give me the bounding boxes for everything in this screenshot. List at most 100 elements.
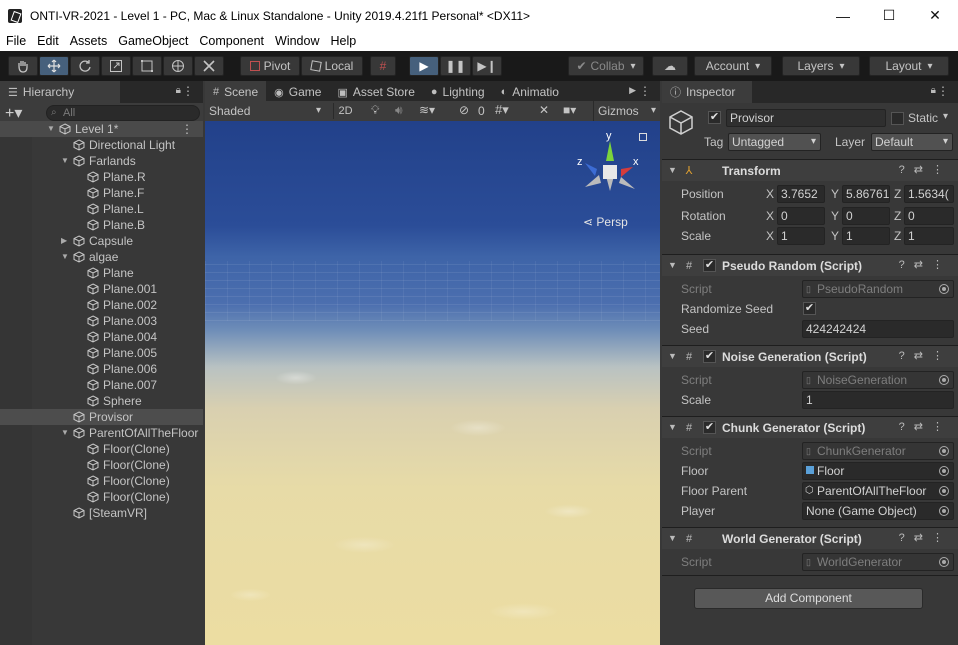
rotation-x-field[interactable]: 0: [777, 207, 825, 225]
menu-component[interactable]: Component: [193, 34, 269, 48]
floor-parent-field[interactable]: ⬡ ParentOfAllTheFloor: [802, 482, 954, 500]
tab-inspector[interactable]: ⓘ Inspector: [662, 81, 752, 103]
more-menu-icon[interactable]: ⋮: [182, 84, 194, 98]
layers-dropdown[interactable]: Layers: [782, 56, 860, 76]
tab-hierarchy[interactable]: ☰ Hierarchy: [0, 81, 120, 103]
expand-arrow-icon[interactable]: ▼: [47, 121, 55, 137]
scene-menu-icon[interactable]: ⋮: [639, 84, 651, 98]
object-picker-icon[interactable]: [939, 506, 949, 516]
menu-file[interactable]: File: [0, 34, 31, 48]
hierarchy-item[interactable]: Floor(Clone): [0, 473, 203, 489]
expand-arrow-icon[interactable]: ▼: [61, 249, 69, 265]
layer-dropdown[interactable]: Default ▾: [871, 133, 953, 151]
position-z-field[interactable]: 1.5634(: [904, 185, 954, 203]
randomize-seed-checkbox[interactable]: ✔: [803, 302, 816, 315]
collab-dropdown[interactable]: ✔ Collab: [568, 56, 644, 76]
tab-game[interactable]: ◉ Game: [266, 81, 329, 103]
effects-icon[interactable]: ≋▾: [419, 103, 435, 117]
grid-icon[interactable]: #▾: [495, 102, 509, 118]
transform-tool-button[interactable]: [163, 56, 193, 76]
more-menu-icon[interactable]: ⋮: [937, 84, 949, 98]
menu-assets[interactable]: Assets: [64, 34, 113, 48]
hierarchy-item[interactable]: Plane.005: [0, 345, 203, 361]
noise-generation-header[interactable]: ▼ # ✔ Noise Generation (Script) ?⇄⋮: [662, 345, 958, 367]
component-actions[interactable]: ?⇄⋮: [899, 349, 952, 362]
chunk-generator-enabled-checkbox[interactable]: ✔: [703, 421, 716, 434]
component-actions[interactable]: ?⇄⋮: [899, 531, 952, 544]
projection-label[interactable]: ⋖ Persp: [583, 215, 628, 229]
rotate-tool-button[interactable]: [70, 56, 100, 76]
account-dropdown[interactable]: Account: [694, 56, 772, 76]
world-generator-header[interactable]: ▼ # World Generator (Script) ?⇄⋮: [662, 527, 958, 549]
move-tool-button[interactable]: [39, 56, 69, 76]
seed-field[interactable]: 424242424: [802, 320, 954, 338]
position-y-field[interactable]: 5.86761: [842, 185, 890, 203]
object-picker-icon[interactable]: [939, 486, 949, 496]
component-actions[interactable]: ?⇄⋮: [899, 420, 952, 433]
hierarchy-item[interactable]: Floor(Clone): [0, 457, 203, 473]
create-button[interactable]: +▾: [5, 103, 22, 123]
rect-tool-button[interactable]: [132, 56, 162, 76]
hierarchy-item[interactable]: Directional Light: [0, 137, 203, 153]
local-toggle[interactable]: Local: [301, 56, 363, 76]
minimize-button[interactable]: —: [820, 0, 866, 31]
hierarchy-item[interactable]: Plane.B: [0, 217, 203, 233]
hierarchy-item[interactable]: Provisor: [0, 409, 203, 425]
lightbulb-icon[interactable]: 💡︎: [371, 103, 379, 118]
play-button[interactable]: ▶: [409, 56, 439, 76]
scene-menu-icon[interactable]: ⋮: [181, 121, 193, 137]
pause-button[interactable]: ❚❚: [440, 56, 471, 76]
shading-dropdown[interactable]: Shaded ▾: [205, 101, 327, 121]
hierarchy-item[interactable]: Plane.F: [0, 185, 203, 201]
chunk-generator-header[interactable]: ▼ # ✔ Chunk Generator (Script) ?⇄⋮: [662, 416, 958, 438]
hierarchy-item[interactable]: Sphere: [0, 393, 203, 409]
tag-dropdown[interactable]: Untagged ▾: [728, 133, 821, 151]
lock-icon[interactable]: 🔒︎: [931, 85, 936, 96]
hierarchy-item[interactable]: Plane.003: [0, 313, 203, 329]
rotation-y-field[interactable]: 0: [842, 207, 890, 225]
player-field[interactable]: None (Game Object): [802, 502, 954, 520]
tab-asset-store[interactable]: ▣ Asset Store: [329, 81, 422, 103]
grid-snap-button[interactable]: #: [370, 56, 396, 76]
menu-help[interactable]: Help: [324, 34, 361, 48]
collapsed-arrow-icon[interactable]: ▶: [61, 233, 67, 249]
hierarchy-item[interactable]: ▼ ParentOfAllTheFloor: [0, 425, 203, 441]
noise-generation-enabled-checkbox[interactable]: ✔: [703, 350, 716, 363]
tab-lighting[interactable]: ● Lighting: [423, 81, 493, 103]
collapse-arrow-icon[interactable]: ▼: [668, 165, 677, 175]
hierarchy-item[interactable]: Plane.006: [0, 361, 203, 377]
noise-scale-field[interactable]: 1: [802, 391, 954, 409]
hierarchy-item[interactable]: Plane.004: [0, 329, 203, 345]
hand-tool-button[interactable]: [8, 56, 38, 76]
static-checkbox[interactable]: [891, 112, 904, 125]
hierarchy-item[interactable]: Plane.001: [0, 281, 203, 297]
component-actions[interactable]: ?⇄⋮: [899, 258, 952, 271]
layout-dropdown[interactable]: Layout: [869, 56, 949, 76]
scale-x-field[interactable]: 1: [777, 227, 825, 245]
collapse-arrow-icon[interactable]: ▼: [668, 260, 677, 270]
maximize-button[interactable]: ☐: [866, 0, 912, 31]
hierarchy-scene-row[interactable]: ▼ Level 1* ⋮: [0, 121, 203, 137]
component-actions[interactable]: ?⇄⋮: [899, 163, 952, 176]
hierarchy-item[interactable]: Plane.R: [0, 169, 203, 185]
hidden-objects-icon[interactable]: ⊘: [459, 103, 469, 117]
object-active-checkbox[interactable]: ✔: [708, 111, 721, 124]
collapse-arrow-icon[interactable]: ▼: [668, 351, 677, 361]
scale-tool-button[interactable]: [101, 56, 131, 76]
custom-tool-button[interactable]: [194, 56, 224, 76]
menu-window[interactable]: Window: [269, 34, 324, 48]
hierarchy-item[interactable]: Floor(Clone): [0, 441, 203, 457]
collapse-arrow-icon[interactable]: ▼: [668, 422, 677, 432]
hierarchy-item[interactable]: Plane.007: [0, 377, 203, 393]
scale-z-field[interactable]: 1: [904, 227, 954, 245]
scale-y-field[interactable]: 1: [842, 227, 890, 245]
pseudo-random-header[interactable]: ▼ # ✔ Pseudo Random (Script) ?⇄⋮: [662, 254, 958, 276]
orientation-gizmo-icon[interactable]: y z x: [575, 131, 645, 211]
hierarchy-search-input[interactable]: ⌕ All: [46, 105, 200, 121]
hierarchy-item[interactable]: Plane.002: [0, 297, 203, 313]
tools-settings-icon[interactable]: ✕: [539, 103, 549, 117]
hierarchy-item[interactable]: ▼ algae: [0, 249, 203, 265]
audio-icon[interactable]: 🔊︎: [395, 103, 403, 118]
more-tabs-icon[interactable]: ▶: [629, 85, 636, 96]
close-button[interactable]: ✕: [912, 0, 958, 31]
